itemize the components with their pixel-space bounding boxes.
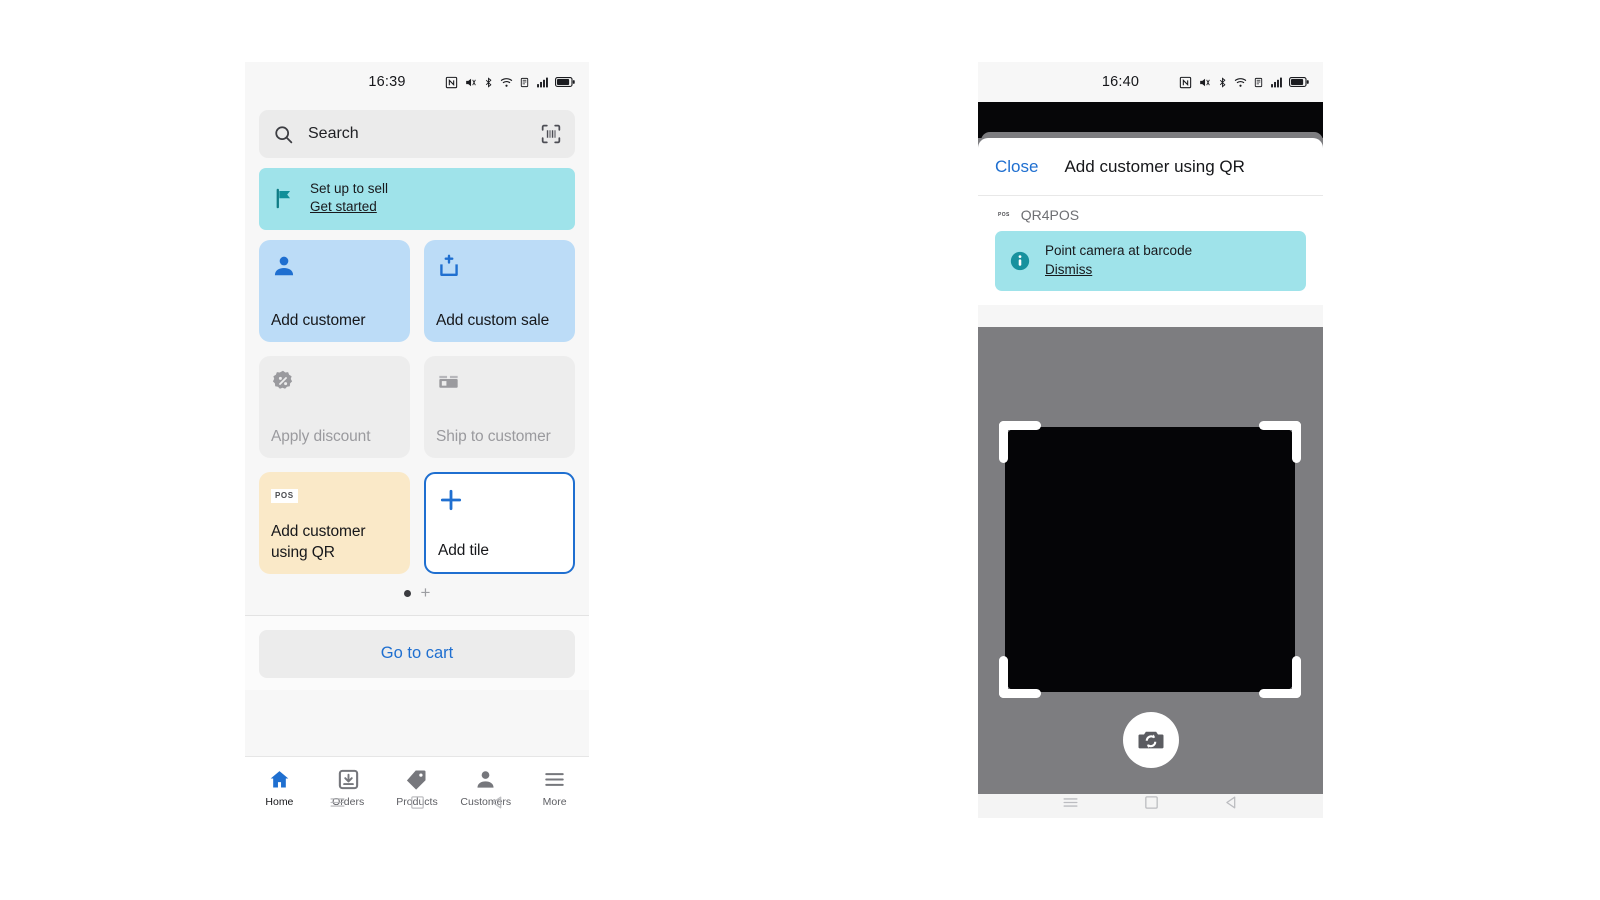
qr-modal-sheet: Close Add customer using QR POS QR4POS P… [978, 138, 1323, 818]
pager-dot-1[interactable] [403, 589, 411, 597]
cellular-bars-icon [537, 77, 548, 87]
tile-label: Ship to customer [436, 427, 551, 445]
search-input[interactable]: Search [259, 110, 575, 158]
sheet-title: Add customer using QR [1064, 156, 1245, 176]
sheet-header: Close Add customer using QR [978, 138, 1323, 196]
nfc-icon [1179, 76, 1192, 88]
dismiss-link[interactable]: Dismiss [1045, 261, 1092, 279]
info-banner-title: Point camera at barcode [1045, 243, 1193, 258]
recents-icon[interactable] [328, 793, 347, 812]
left-screen-body: Search Set up to sell Get started Add cu… [245, 102, 589, 818]
status-bar-left: 16:39 [245, 62, 589, 102]
wifi-icon [1234, 77, 1247, 87]
vibrate-icon [1200, 78, 1210, 86]
search-placeholder: Search [308, 125, 359, 142]
tile-label: Add tile [438, 541, 489, 559]
tile-apply-discount[interactable]: Apply discount [259, 355, 410, 458]
flag-icon [276, 189, 291, 209]
tile-add-customer-using-qr[interactable]: POS Add customer using QR [259, 471, 410, 574]
pos-badge-icon: POS [271, 485, 398, 515]
package-icon [436, 369, 563, 399]
status-bar-right: 16:40 [978, 62, 1323, 102]
discount-icon [271, 369, 398, 399]
setup-banner-title: Set up to sell [310, 181, 389, 196]
tile-label: Add customer [271, 311, 366, 329]
right-screen-body: Close Add customer using QR POS QR4POS P… [978, 102, 1323, 818]
app-attribution-row: POS QR4POS [978, 196, 1323, 231]
battery-icon [1289, 77, 1309, 87]
close-button[interactable]: Close [995, 157, 1038, 177]
pager-add-page-button[interactable]: + [421, 584, 431, 601]
bluetooth-icon [1219, 76, 1226, 88]
plus-icon [438, 487, 561, 517]
scan-corner-top-right [1259, 421, 1301, 464]
tile-ship-to-customer[interactable]: Ship to customer [424, 355, 575, 458]
home-square-icon[interactable] [409, 794, 426, 811]
back-icon[interactable] [489, 794, 506, 811]
home-square-icon[interactable] [1143, 794, 1160, 811]
signal-alt-icon [1254, 77, 1263, 87]
status-icons [1179, 76, 1309, 89]
tile-add-customer[interactable]: Add customer [259, 239, 410, 342]
tile-label: Apply discount [271, 427, 371, 445]
vibrate-icon [466, 78, 476, 86]
phone-right: 16:40 Close Add customer using QR POS QR… [978, 62, 1323, 818]
phone-left: 16:39 Search Set up to sell Get started … [245, 62, 589, 818]
point-camera-banner: Point camera at barcode Dismiss [995, 231, 1306, 292]
bluetooth-icon [485, 76, 492, 88]
go-to-cart-button[interactable]: Go to cart [259, 629, 575, 678]
tile-label: Add custom sale [436, 311, 550, 329]
battery-icon [555, 77, 575, 87]
camera-flip-icon [1138, 731, 1163, 749]
screenshot-canvas: 16:39 Search Set up to sell Get started … [0, 0, 1600, 900]
back-icon[interactable] [1223, 794, 1240, 811]
camera-viewfinder[interactable] [978, 327, 1323, 794]
signal-alt-icon [520, 77, 529, 87]
scan-corner-bottom-left [999, 656, 1041, 699]
app-name: QR4POS [1020, 207, 1080, 223]
scan-corner-top-left [999, 421, 1041, 464]
android-nav-left [245, 780, 589, 824]
qr-scan-frame [999, 421, 1301, 699]
setup-banner-text: Set up to sell Get started [310, 180, 388, 218]
recents-icon[interactable] [1061, 793, 1080, 812]
wifi-icon [500, 77, 513, 87]
info-banner-section: Point camera at barcode Dismiss [978, 231, 1323, 292]
barcode-scan-icon[interactable] [541, 124, 561, 144]
status-icons [445, 76, 575, 89]
cart-section: Go to cart [245, 615, 589, 690]
tile-label: Add customer using QR [271, 523, 366, 561]
setup-banner-section: Set up to sell Get started [245, 158, 589, 230]
setup-to-sell-banner[interactable]: Set up to sell Get started [259, 168, 575, 230]
search-section: Search [245, 102, 589, 158]
camera-spacer [978, 305, 1323, 328]
tile-pager: + [245, 574, 589, 611]
tile-add-tile[interactable]: Add tile [424, 471, 575, 574]
camera-flip-button[interactable] [1122, 712, 1179, 768]
get-started-link[interactable]: Get started [310, 198, 377, 215]
search-icon [275, 125, 293, 143]
info-banner-text: Point camera at barcode Dismiss [1045, 242, 1192, 280]
android-nav-right [978, 780, 1323, 824]
add-to-box-icon [436, 253, 563, 283]
tile-grid: Add customer Add custom sale Apply disco… [245, 230, 589, 574]
pos-badge-icon: POS [997, 211, 1011, 219]
nfc-icon [445, 76, 458, 88]
tile-add-custom-sale[interactable]: Add custom sale [424, 239, 575, 342]
scan-corner-bottom-right [1259, 656, 1301, 699]
info-icon [1010, 252, 1030, 271]
cellular-bars-icon [1271, 77, 1282, 87]
person-icon [271, 253, 398, 283]
